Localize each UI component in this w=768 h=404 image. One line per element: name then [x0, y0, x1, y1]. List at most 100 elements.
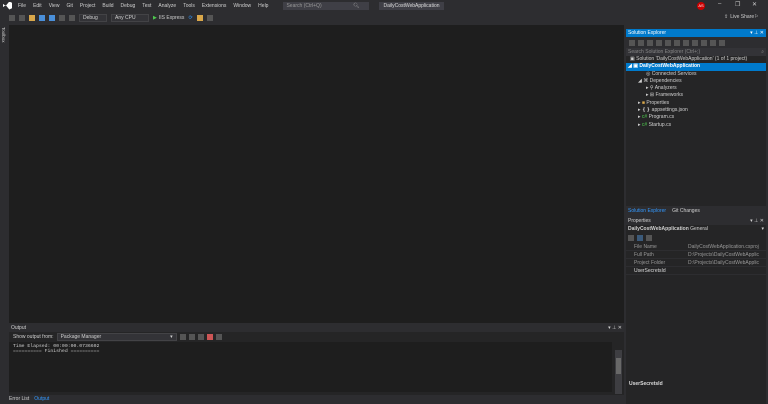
undo-icon[interactable]	[59, 14, 65, 21]
pending-changes-icon[interactable]	[665, 39, 671, 46]
output-text[interactable]: Time Elapsed: 00:00:00.0736602 ==========…	[9, 342, 612, 392]
search-icon: ⌕	[761, 49, 764, 55]
menu-git[interactable]: Git	[66, 3, 72, 9]
property-row[interactable]: Project Folder D:\Projects\DailyCostWebAp…	[626, 259, 766, 267]
collapse-icon[interactable]	[692, 39, 698, 46]
output-scrollbar[interactable]	[615, 350, 622, 394]
play-icon: ▶	[153, 14, 157, 21]
open-icon[interactable]	[29, 14, 35, 21]
tab-git-changes[interactable]: Git Changes	[672, 208, 700, 214]
menu-analyze[interactable]: Analyze	[158, 3, 176, 9]
close-icon[interactable]: ✕	[752, 1, 757, 8]
tab-error-list[interactable]: Error List	[9, 396, 29, 404]
menu-debug[interactable]: Debug	[121, 3, 136, 9]
tree-item-properties[interactable]: ▸ ■ Properties	[626, 100, 766, 107]
properties-object-selector[interactable]: DailyCostWebApplication General ▾	[626, 225, 766, 233]
menu-build[interactable]: Build	[102, 3, 113, 9]
back-icon[interactable]	[629, 39, 635, 46]
avatar[interactable]: AS	[697, 2, 705, 10]
tree-item-solution[interactable]: ▣ Solution 'DailyCostWebApplication' (1 …	[626, 56, 766, 63]
feedback-icon[interactable]: ⚐	[754, 14, 758, 20]
word-wrap-icon[interactable]	[215, 334, 222, 340]
save-all-icon[interactable]	[49, 14, 55, 21]
back-icon[interactable]	[9, 14, 15, 21]
run-button[interactable]: ▶ IIS Express	[153, 15, 184, 21]
property-row[interactable]: UserSecretsId	[626, 267, 766, 275]
scrollbar-thumb[interactable]	[616, 358, 621, 374]
save-icon[interactable]	[39, 14, 45, 21]
forward-icon[interactable]	[638, 39, 644, 46]
tree-item-connected-services[interactable]: ◎ Connected Services	[626, 71, 766, 78]
visual-studio-logo-icon	[3, 1, 12, 10]
output-source-value: Package Manager	[60, 334, 102, 340]
tab-output[interactable]: Output	[34, 396, 49, 404]
menu-edit[interactable]: Edit	[33, 3, 42, 9]
menu-view[interactable]: View	[49, 3, 60, 9]
output-source-dropdown[interactable]: Package Manager ▾	[56, 333, 177, 341]
home-icon[interactable]	[647, 39, 653, 46]
minimize-icon[interactable]: –	[718, 1, 721, 7]
menu-file[interactable]: File	[18, 3, 26, 9]
folder-icon[interactable]	[196, 14, 203, 21]
restore-icon[interactable]: ❐	[735, 1, 740, 8]
property-row[interactable]: File Name DailyCostWebApplication.csproj	[626, 243, 766, 251]
preview-icon[interactable]	[719, 39, 725, 46]
bottom-tabs: Error List Output	[9, 396, 49, 404]
previous-message-icon[interactable]	[188, 334, 195, 340]
live-share-label: Live Share	[730, 14, 755, 20]
tree-item-program[interactable]: ▸ c# Program.cs	[626, 114, 766, 121]
menu-extensions[interactable]: Extensions	[202, 3, 226, 9]
pin-icon[interactable]: ▾ ⊥ ✕	[750, 218, 764, 224]
categorized-icon[interactable]	[628, 235, 634, 241]
tree-item-project[interactable]: ◢ ▣ DailyCostWebApplication	[626, 63, 766, 71]
sync-icon[interactable]	[674, 39, 680, 46]
menu-project[interactable]: Project	[80, 3, 96, 9]
tree-label: Analyzers	[654, 85, 677, 92]
refresh-icon[interactable]	[683, 39, 689, 46]
menu-test[interactable]: Test	[142, 3, 151, 9]
tree-item-dependencies[interactable]: ◢ ⌘ Dependencies	[626, 78, 766, 85]
solution-search-input[interactable]: Search Solution Explorer (Ctrl+;) ⌕	[626, 48, 766, 56]
alphabetical-icon[interactable]	[637, 235, 643, 241]
tree-item-frameworks[interactable]: ▸ ⊞ Frameworks	[626, 92, 766, 99]
platform-dropdown[interactable]: Any CPU	[111, 13, 149, 22]
menu-tools[interactable]: Tools	[183, 3, 195, 9]
output-title: Output	[11, 325, 27, 331]
menu-help[interactable]: Help	[258, 3, 268, 9]
toolbox-label: Toolbox	[1, 27, 6, 43]
search-input[interactable]: Search (Ctrl+Q) 🔍︎	[283, 1, 370, 10]
next-message-icon[interactable]	[197, 334, 204, 340]
output-header: Output ▾ ⊥ ✕	[9, 324, 624, 332]
refresh-icon[interactable]: ⟳	[188, 15, 192, 21]
tree-item-analyzers[interactable]: ▸ ⚲ Analyzers	[626, 85, 766, 92]
properties-icon[interactable]	[710, 39, 716, 46]
find-message-icon[interactable]	[179, 334, 186, 340]
property-description: UserSecretsId	[629, 381, 663, 387]
search-placeholder: Search (Ctrl+Q)	[286, 2, 322, 9]
redo-icon[interactable]	[69, 14, 75, 21]
live-share-button[interactable]: ⇪ Live Share	[724, 14, 754, 20]
pin-icon[interactable]: ▾ ⊥ ✕	[750, 30, 764, 36]
show-output-label: Show output from:	[13, 334, 54, 340]
toolbox-strip[interactable]: Toolbox	[0, 25, 9, 404]
menu-window[interactable]: Window	[233, 3, 251, 9]
tree-label: DailyCostWebApplication	[639, 63, 701, 70]
properties-category: General	[690, 226, 708, 232]
forward-icon[interactable]	[19, 14, 25, 21]
tab-solution-explorer[interactable]: Solution Explorer	[628, 208, 666, 214]
configuration-dropdown[interactable]: Debug	[79, 13, 107, 22]
tree-item-startup[interactable]: ▸ c# Startup.cs	[626, 122, 766, 129]
tree-item-appsettings[interactable]: ▸ ❴❵ appsettings.json	[626, 107, 766, 114]
run-label: IIS Express	[158, 14, 185, 21]
property-pages-icon[interactable]	[646, 235, 652, 241]
property-row[interactable]: Full Path D:\Projects\DailyCostWebApplic	[626, 251, 766, 259]
show-all-files-icon[interactable]	[701, 39, 707, 46]
property-value: DailyCostWebApplication.csproj	[688, 244, 759, 250]
solution-explorer: Solution Explorer ▾ ⊥ ✕ Search Solution E…	[626, 29, 766, 215]
properties-panel: Properties ▾ ⊥ ✕ DailyCostWebApplication …	[626, 217, 766, 404]
switch-views-icon[interactable]	[656, 39, 662, 46]
pin-icon[interactable]: ▾ ⊥ ✕	[608, 325, 622, 331]
window-icon[interactable]	[206, 14, 213, 21]
platform-value: Any CPU	[115, 14, 136, 21]
clear-all-icon[interactable]	[206, 334, 213, 340]
